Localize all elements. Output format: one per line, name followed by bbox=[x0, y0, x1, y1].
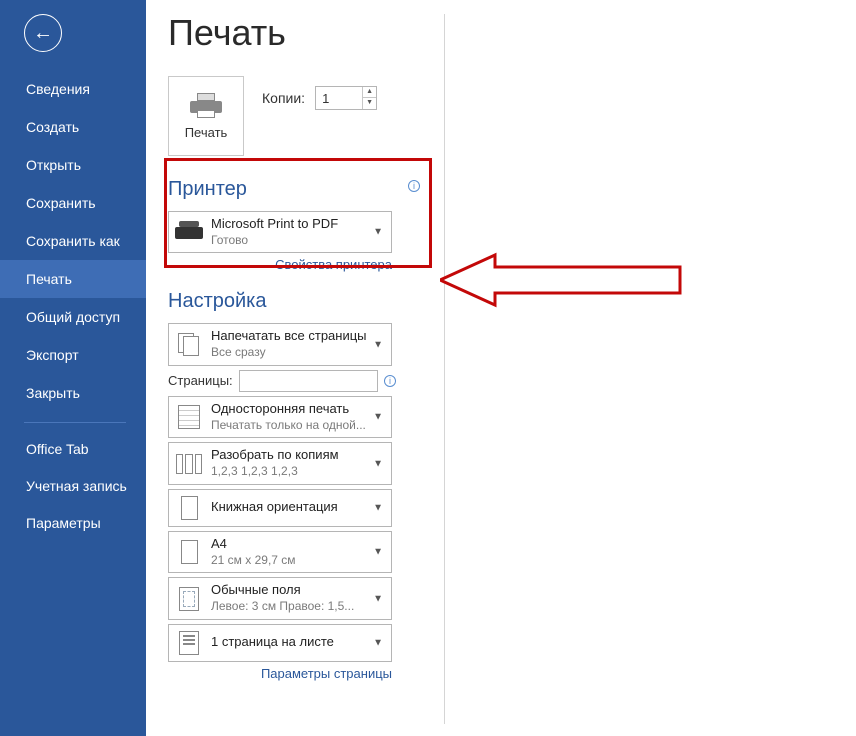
pages-icon bbox=[175, 333, 203, 357]
print-range-select[interactable]: Напечатать все страницы Все сразу ▼ bbox=[168, 323, 392, 365]
paper-line2: 21 см x 29,7 см bbox=[211, 553, 296, 569]
back-button[interactable]: ← bbox=[24, 14, 62, 52]
nav-office-tab[interactable]: Office Tab bbox=[0, 431, 146, 467]
margins-icon bbox=[175, 587, 203, 611]
printer-status: Готово bbox=[211, 233, 338, 249]
orientation-select[interactable]: Книжная ориентация ▼ bbox=[168, 489, 392, 527]
nav-export[interactable]: Экспорт bbox=[0, 336, 146, 374]
collate-line2: 1,2,3 1,2,3 1,2,3 bbox=[211, 464, 339, 480]
nav-save[interactable]: Сохранить bbox=[0, 184, 146, 222]
margins-select[interactable]: Обычные поля Левое: 3 см Правое: 1,5... … bbox=[168, 577, 392, 619]
sides-line2: Печатать только на одной... bbox=[211, 418, 366, 434]
chevron-down-icon: ▼ bbox=[373, 412, 383, 423]
nav-save-as[interactable]: Сохранить как bbox=[0, 222, 146, 260]
chevron-down-icon: ▼ bbox=[373, 502, 383, 513]
pages-per-sheet-select[interactable]: 1 страница на листе ▼ bbox=[168, 624, 392, 662]
page-title: Печать bbox=[168, 12, 856, 54]
collate-icon bbox=[175, 454, 203, 474]
chevron-down-icon: ▼ bbox=[373, 458, 383, 469]
copies-label: Копии: bbox=[262, 90, 305, 106]
printer-info-icon[interactable]: i bbox=[408, 180, 420, 192]
sides-line1: Односторонняя печать bbox=[211, 401, 366, 418]
pages-label: Страницы: bbox=[168, 373, 233, 388]
printer-select[interactable]: Microsoft Print to PDF Готово ▼ bbox=[168, 211, 392, 253]
copies-down-icon[interactable]: ▼ bbox=[363, 98, 376, 109]
printer-section-title: Принтер bbox=[168, 178, 426, 201]
backstage-sidebar: ← Сведения Создать Открыть Сохранить Сох… bbox=[0, 0, 146, 736]
paper-icon bbox=[175, 540, 203, 564]
chevron-down-icon: ▼ bbox=[373, 593, 383, 604]
nav-close[interactable]: Закрыть bbox=[0, 374, 146, 412]
nav-info[interactable]: Сведения bbox=[0, 70, 146, 108]
main-panel: Печать Печать Копии: 1 ▲ ▼ Принтер i M bbox=[146, 0, 856, 736]
chevron-down-icon: ▼ bbox=[373, 637, 383, 648]
nav-print[interactable]: Печать bbox=[0, 260, 146, 298]
nav-new[interactable]: Создать bbox=[0, 108, 146, 146]
print-button[interactable]: Печать bbox=[168, 76, 244, 156]
collate-select[interactable]: Разобрать по копиям 1,2,3 1,2,3 1,2,3 ▼ bbox=[168, 442, 392, 484]
back-arrow-icon: ← bbox=[33, 23, 53, 43]
printer-icon bbox=[175, 221, 203, 243]
pps-line1: 1 страница на листе bbox=[211, 634, 334, 651]
copies-up-icon[interactable]: ▲ bbox=[363, 87, 376, 98]
sides-select[interactable]: Односторонняя печать Печатать только на … bbox=[168, 396, 392, 438]
pages-per-sheet-icon bbox=[175, 631, 203, 655]
print-range-line1: Напечатать все страницы bbox=[211, 328, 367, 345]
margins-line2: Левое: 3 см Правое: 1,5... bbox=[211, 599, 354, 615]
paper-select[interactable]: A4 21 см x 29,7 см ▼ bbox=[168, 531, 392, 573]
printer-name: Microsoft Print to PDF bbox=[211, 216, 338, 233]
nav-options[interactable]: Параметры bbox=[0, 505, 146, 541]
printer-icon bbox=[190, 93, 222, 119]
print-range-line2: Все сразу bbox=[211, 345, 367, 361]
pages-input[interactable] bbox=[239, 370, 378, 392]
portrait-icon bbox=[175, 496, 203, 520]
print-button-label: Печать bbox=[185, 125, 228, 140]
copies-spinner[interactable]: 1 ▲ ▼ bbox=[315, 86, 377, 110]
settings-section-title: Настройка bbox=[168, 290, 856, 313]
orientation-line1: Книжная ориентация bbox=[211, 499, 338, 516]
vertical-divider bbox=[444, 14, 445, 724]
nav-open[interactable]: Открыть bbox=[0, 146, 146, 184]
chevron-down-icon: ▼ bbox=[373, 227, 383, 238]
copies-value: 1 bbox=[316, 91, 362, 106]
margins-line1: Обычные поля bbox=[211, 582, 354, 599]
nav-separator bbox=[24, 422, 126, 423]
chevron-down-icon: ▼ bbox=[373, 547, 383, 558]
printer-properties-link[interactable]: Свойства принтера bbox=[168, 257, 392, 272]
chevron-down-icon: ▼ bbox=[373, 339, 383, 350]
single-side-icon bbox=[175, 405, 203, 429]
nav-account[interactable]: Учетная запись bbox=[0, 467, 146, 505]
page-setup-link[interactable]: Параметры страницы bbox=[168, 666, 392, 681]
pages-info-icon[interactable]: i bbox=[384, 375, 396, 387]
nav-share[interactable]: Общий доступ bbox=[0, 298, 146, 336]
paper-line1: A4 bbox=[211, 536, 296, 553]
collate-line1: Разобрать по копиям bbox=[211, 447, 339, 464]
